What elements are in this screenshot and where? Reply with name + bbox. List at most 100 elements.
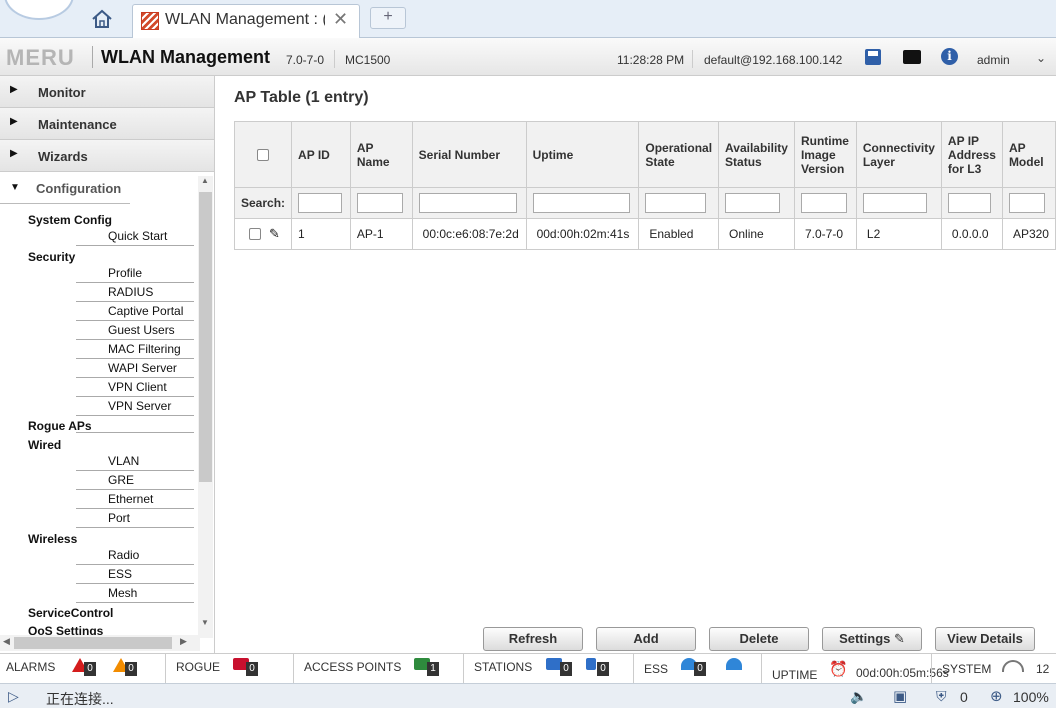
search-cell xyxy=(349,187,413,219)
alarms-label[interactable]: ALARMS xyxy=(6,660,55,674)
nav-item-mac-filtering[interactable]: MAC Filtering xyxy=(76,340,194,359)
access-point-count: 1 xyxy=(427,662,439,676)
close-tab-icon[interactable]: ✕ xyxy=(333,9,348,30)
nav-group-system-config[interactable]: System Config xyxy=(28,213,112,227)
chevron-down-icon[interactable]: ⌄ xyxy=(1036,51,1046,65)
nav-item-mesh[interactable]: Mesh xyxy=(76,584,194,603)
column-header[interactable]: Operational State xyxy=(638,121,720,188)
nav-item-label: Guest Users xyxy=(108,323,175,337)
scrollbar-thumb[interactable] xyxy=(199,192,212,482)
nav-item-label: VPN Server xyxy=(108,399,172,413)
browser-status-bar: ▷ 正在连接... 🔈 ▣ ⛨ 0 ⊕ 100% xyxy=(0,683,1056,708)
terminal-icon[interactable] xyxy=(903,50,921,64)
add-button[interactable]: Add xyxy=(596,627,696,651)
column-header[interactable]: AP ID xyxy=(291,121,351,188)
scrollbar-thumb[interactable] xyxy=(14,637,172,649)
column-header[interactable]: Serial Number xyxy=(411,121,527,188)
settings-button[interactable]: Settings ✎ xyxy=(822,627,922,651)
nav-item-profile[interactable]: Profile xyxy=(76,264,194,283)
caret-right-icon: ▶ xyxy=(10,116,18,127)
search-input-uptime[interactable] xyxy=(532,193,630,213)
select-all-checkbox[interactable] xyxy=(257,149,270,162)
column-header[interactable]: AP IP Address for L3 xyxy=(940,121,1003,188)
column-header[interactable]: Connectivity Layer xyxy=(855,121,942,188)
table-cell: AP-1 xyxy=(349,218,413,250)
refresh-button[interactable]: Refresh xyxy=(483,627,583,651)
search-input-ap-model[interactable] xyxy=(1008,193,1045,213)
search-input-runtime-image-version[interactable] xyxy=(800,193,847,213)
home-icon[interactable] xyxy=(90,8,114,30)
column-header[interactable]: AP Name xyxy=(349,121,413,188)
column-header[interactable]: Uptime xyxy=(525,121,640,188)
speaker-icon[interactable]: 🔈 xyxy=(850,688,867,705)
scroll-left-icon[interactable]: ◀ xyxy=(3,636,10,647)
nav-item-wapi-server[interactable]: WAPI Server xyxy=(76,359,194,378)
divider xyxy=(293,654,294,683)
caret-down-icon: ▼ xyxy=(10,182,20,193)
nav-item-vpn-client[interactable]: VPN Client xyxy=(76,378,194,397)
nav-item-captive-portal[interactable]: Captive Portal xyxy=(76,302,194,321)
nav-section-wizards[interactable]: ▶ Wizards xyxy=(0,140,214,172)
search-input-availability-status[interactable] xyxy=(725,193,781,213)
browser-tab[interactable]: WLAN Management : ( ✕ xyxy=(132,4,360,38)
nav-group-wireless[interactable]: Wireless xyxy=(28,532,77,546)
info-icon[interactable]: i xyxy=(941,48,958,65)
search-input-operational-state[interactable] xyxy=(645,193,707,213)
ap-table: AP ID AP Name Serial Number Uptime Opera… xyxy=(233,121,1056,250)
divider xyxy=(76,414,194,433)
nav-item-radio[interactable]: Radio xyxy=(76,546,194,565)
nav-item-quick-start[interactable]: Quick Start xyxy=(76,227,194,246)
stations-count-a: 0 xyxy=(560,662,572,676)
nav-section-monitor[interactable]: ▶ Monitor xyxy=(0,76,214,108)
table-row[interactable]: ✎ 1 AP-1 00:0c:e6:08:7e:2d 00d:00h:02m:4… xyxy=(233,218,1056,250)
search-input-ap-name[interactable] xyxy=(356,193,403,213)
system-label[interactable]: SYSTEM xyxy=(942,662,991,676)
gauge-icon[interactable] xyxy=(1002,660,1024,672)
nav-item-ethernet[interactable]: Ethernet xyxy=(76,490,194,509)
nav-item-radius[interactable]: RADIUS xyxy=(76,283,194,302)
scroll-up-icon[interactable]: ▲ xyxy=(201,176,209,185)
user-menu-label[interactable]: admin xyxy=(977,53,1010,67)
nav-item-vlan[interactable]: VLAN xyxy=(76,452,194,471)
table-cell: 0.0.0.0 xyxy=(940,218,1003,250)
nav-section-maintenance[interactable]: ▶ Maintenance xyxy=(0,108,214,140)
search-input-connectivity-layer[interactable] xyxy=(862,193,927,213)
mobile-station-icon[interactable] xyxy=(586,658,596,670)
network-icon[interactable]: ▣ xyxy=(893,687,907,705)
nav-section-configuration[interactable]: ▼ Configuration xyxy=(0,172,214,204)
stations-label[interactable]: STATIONS xyxy=(474,660,532,674)
scroll-down-icon[interactable]: ▼ xyxy=(201,618,209,627)
zoom-icon[interactable]: ⊕ xyxy=(990,687,1003,705)
play-icon[interactable]: ▷ xyxy=(8,688,19,705)
nav-group-service-control[interactable]: ServiceControl xyxy=(28,606,113,620)
nav-group-security[interactable]: Security xyxy=(28,250,75,264)
wifi-icon[interactable] xyxy=(726,658,742,670)
zoom-level[interactable]: 100% xyxy=(1013,689,1049,705)
scroll-right-icon[interactable]: ▶ xyxy=(180,636,187,647)
search-cell xyxy=(291,187,351,219)
nav-item-label: VLAN xyxy=(108,454,140,468)
search-input-serial-number[interactable] xyxy=(418,193,517,213)
nav-item-guest-users[interactable]: Guest Users xyxy=(76,321,194,340)
search-input-ap-id[interactable] xyxy=(298,193,343,213)
column-header[interactable]: Availability Status xyxy=(718,121,795,188)
column-header[interactable]: Runtime Image Version xyxy=(793,121,857,188)
row-checkbox[interactable] xyxy=(249,228,261,240)
shield-icon[interactable]: ⛨ xyxy=(936,688,947,705)
ess-label[interactable]: ESS xyxy=(644,662,668,676)
rogue-label[interactable]: ROGUE xyxy=(176,660,220,674)
edit-icon[interactable]: ✎ xyxy=(269,226,280,242)
view-details-button[interactable]: View Details xyxy=(935,627,1035,651)
select-all-column xyxy=(233,121,293,188)
nav-group-wired[interactable]: Wired xyxy=(28,438,61,452)
delete-button[interactable]: Delete xyxy=(709,627,809,651)
search-input-ap-ip[interactable] xyxy=(947,193,991,213)
save-icon[interactable] xyxy=(865,49,881,65)
nav-item-ess[interactable]: ESS xyxy=(76,565,194,584)
divider xyxy=(463,654,464,683)
nav-item-port[interactable]: Port xyxy=(76,509,194,528)
access-points-label[interactable]: ACCESS POINTS xyxy=(304,660,401,674)
nav-item-gre[interactable]: GRE xyxy=(76,471,194,490)
column-header[interactable]: AP Model xyxy=(1001,121,1056,188)
new-tab-button[interactable]: + xyxy=(370,7,406,29)
